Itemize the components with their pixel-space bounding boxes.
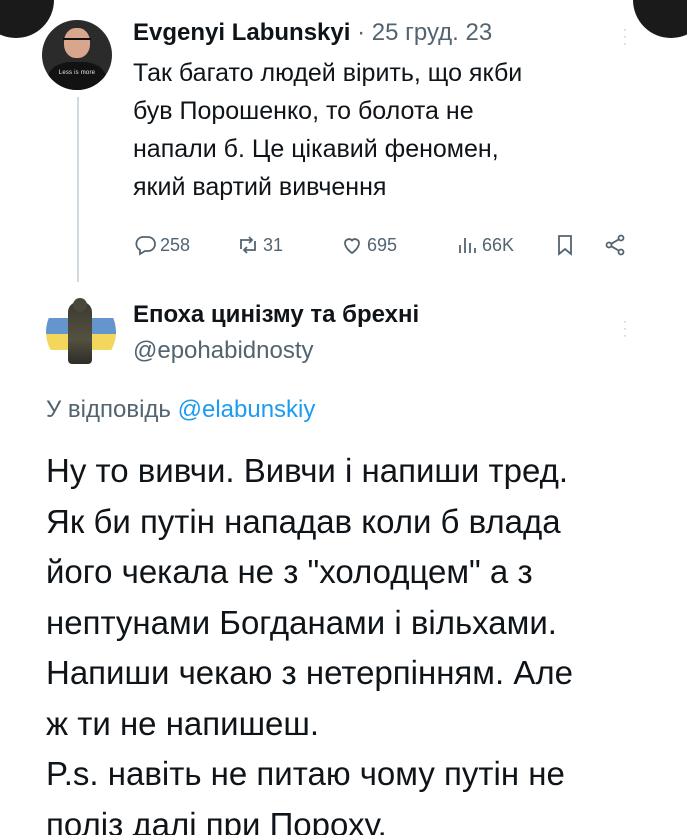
tweet-text-line: його чекала не з "холодцем" а з (46, 553, 533, 590)
avatar[interactable]: Less is more (42, 20, 112, 90)
tweet-date[interactable]: 25 груд. 23 (372, 19, 492, 46)
tweet-text-line: напали б. Це цікавий феномен, (133, 135, 499, 163)
like-button[interactable]: 695 (340, 228, 397, 262)
tweet-text-line: Напиши чекаю з нетерпінням. Але (46, 654, 573, 691)
avatar-shirt (48, 62, 106, 90)
tweet-text-line: який вартий вивчення (133, 173, 387, 201)
tweet-thread-screenshot: ✕ Less is more Evgenyi Labunskyi · 25 гр… (0, 0, 687, 835)
share-button[interactable] (603, 228, 630, 262)
views-button[interactable]: 66K (455, 228, 514, 262)
author-name[interactable]: Епоха цинізму та брехні (133, 300, 419, 330)
views-icon (459, 238, 476, 253)
avatar-figure-head (73, 298, 87, 312)
repost-count: 31 (263, 234, 284, 255)
reply-mention-link[interactable]: @elabunskiy (178, 396, 316, 423)
avatar-glasses (63, 38, 91, 46)
author-name[interactable]: Evgenyi Labunskyi (133, 19, 350, 46)
share-icon (605, 234, 625, 256)
more-icon[interactable]: · · · (622, 23, 628, 49)
tweet-text-line: Ну то вивчи. Вивчи і напиши тред. (46, 452, 569, 489)
bookmark-icon (558, 235, 572, 256)
reply-context: У відповідь @elabunskiy (46, 394, 315, 426)
avatar-shirt-text: Less is more (58, 70, 96, 76)
bookmark-button[interactable] (553, 228, 580, 262)
tweet-text-line: поліз далі при Пороху. (46, 805, 387, 835)
avatar[interactable] (46, 296, 116, 368)
like-count: 695 (367, 234, 398, 255)
tweet-actions: 258 31 695 66K (133, 228, 643, 262)
tweet-text: Так багато людей вірить, що якби був Пор… (133, 54, 653, 206)
author-handle[interactable]: @epohabidnosty (133, 336, 314, 366)
tweet-text-line: нептунами Богданами і вільхами. (46, 603, 557, 641)
reply-button[interactable]: 258 (133, 228, 190, 262)
tweet-text-line: ж ти не напишеш. (46, 704, 320, 742)
reply-icon (135, 236, 156, 256)
separator-dot: · (357, 19, 366, 46)
like-icon (344, 238, 360, 255)
tweet-text: Ну то вивчи. Вивчи і напиши тред. Як би … (46, 446, 676, 835)
tweet-original[interactable]: Less is more Evgenyi Labunskyi · 25 груд… (0, 0, 687, 285)
repost-button[interactable]: 31 (236, 228, 283, 262)
more-icon[interactable]: · · · (622, 315, 628, 341)
tweet-text-line: Як би путін нападав коли б влада (46, 502, 561, 540)
tweet-text-line: був Порошенко, то болота не (133, 97, 474, 125)
tweet-text-line: P.s. навіть не питаю чому путін не (46, 755, 565, 792)
reply-prefix: У відповідь (46, 396, 171, 423)
thread-connector-line (77, 97, 79, 282)
tweet-header: Evgenyi Labunskyi · 25 груд. 23 (133, 18, 492, 48)
tweet-text-line: Так багато людей вірить, що якби (133, 59, 523, 87)
view-count: 66K (482, 234, 515, 255)
reply-count: 258 (160, 234, 191, 255)
repost-icon (240, 236, 256, 254)
